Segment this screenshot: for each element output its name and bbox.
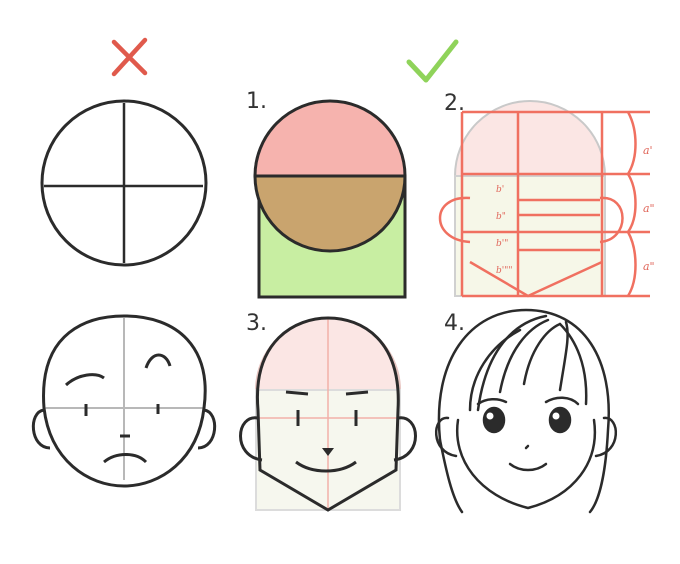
head-drawing-diagram: 1. 2. 3. 4. a' a" a" b' b" b'" b'"": [31, 37, 655, 514]
step-number-1: 1.: [246, 89, 267, 114]
step-4-anime-face: [434, 308, 618, 514]
step-2-guides: a' a" a" b' b" b'" b'"": [438, 100, 655, 298]
measure-label-a1: a': [643, 144, 653, 157]
wrong-circle-head: [40, 99, 208, 267]
step-1-shapes: [253, 99, 407, 299]
b-label-1: b': [496, 185, 504, 195]
step-3-face: [239, 316, 417, 512]
wrong-face: [31, 314, 217, 488]
b-label-4: b'"": [496, 266, 513, 276]
b-label-3: b'": [496, 239, 508, 249]
measure-label-a3: a": [643, 260, 655, 273]
step-number-4: 4.: [444, 311, 465, 336]
right-mark-icon: [406, 39, 459, 83]
measure-label-a2: a": [643, 202, 655, 215]
wrong-mark-icon: [111, 37, 148, 77]
b-label-2: b": [496, 212, 506, 222]
step-number-3: 3.: [246, 311, 267, 336]
